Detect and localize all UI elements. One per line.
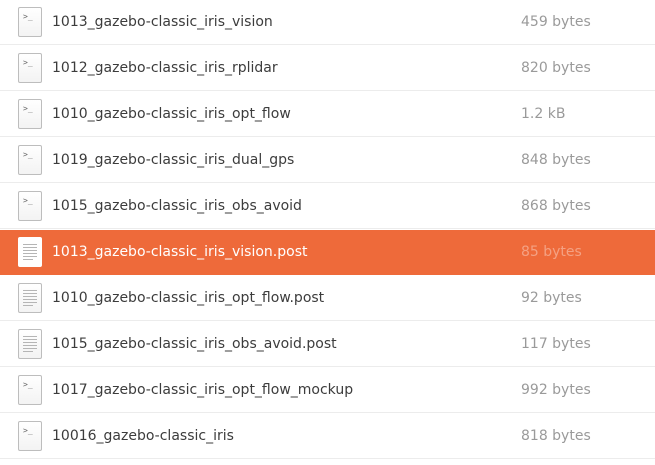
file-name: 1019_gazebo-classic_iris_dual_gps [52,152,295,168]
svg-text:>_: >_ [23,104,33,113]
file-size: 85 bytes [521,244,582,260]
script-icon: >_ [18,99,42,129]
file-row[interactable]: >_ 1017_gazebo-classic_iris_opt_flow_moc… [0,368,655,413]
script-icon: >_ [18,191,42,221]
file-name: 1015_gazebo-classic_iris_obs_avoid [52,198,302,214]
text-file-icon [18,283,42,313]
file-row[interactable]: >_ 1012_gazebo-classic_iris_rplidar 820 … [0,46,655,91]
file-size: 1.2 kB [521,106,566,122]
file-size: 992 bytes [521,382,591,398]
file-size: 818 bytes [521,428,591,444]
svg-text:>_: >_ [23,426,33,435]
text-file-icon [18,329,42,359]
svg-text:>_: >_ [23,12,33,21]
svg-text:>_: >_ [23,380,33,389]
script-icon: >_ [18,7,42,37]
svg-text:>_: >_ [23,196,33,205]
file-size: 820 bytes [521,60,591,76]
svg-text:>_: >_ [23,58,33,67]
file-name: 1015_gazebo-classic_iris_obs_avoid.post [52,336,337,352]
file-name: 1017_gazebo-classic_iris_opt_flow_mockup [52,382,354,398]
file-name: 1010_gazebo-classic_iris_opt_flow.post [52,290,325,306]
file-row[interactable]: >_ 1019_gazebo-classic_iris_dual_gps 848… [0,138,655,183]
file-row[interactable]: >_ 1010_gazebo-classic_iris_opt_flow 1.2… [0,92,655,137]
script-icon: >_ [18,145,42,175]
file-row[interactable]: 1010_gazebo-classic_iris_opt_flow.post 9… [0,276,655,321]
file-name: 1010_gazebo-classic_iris_opt_flow [52,106,291,122]
file-row[interactable]: >_ 1015_gazebo-classic_iris_obs_avoid 86… [0,184,655,229]
file-row[interactable]: >_ 10016_gazebo-classic_iris 818 bytes [0,414,655,459]
file-name: 1013_gazebo-classic_iris_vision [52,14,273,30]
file-size: 868 bytes [521,198,591,214]
file-list: >_ 1013_gazebo-classic_iris_vision 459 b… [0,0,655,465]
script-icon: >_ [18,53,42,83]
file-row[interactable]: >_ 1013_gazebo-classic_iris_vision 459 b… [0,0,655,45]
file-size: 459 bytes [521,14,591,30]
text-file-icon [18,237,42,267]
script-icon: >_ [18,375,42,405]
file-name: 1013_gazebo-classic_iris_vision.post [52,244,308,260]
file-row-selected[interactable]: 1013_gazebo-classic_iris_vision.post 85 … [0,230,655,275]
file-size: 117 bytes [521,336,591,352]
file-name: 10016_gazebo-classic_iris [52,428,234,444]
file-row[interactable]: 1015_gazebo-classic_iris_obs_avoid.post … [0,322,655,367]
file-size: 92 bytes [521,290,582,306]
svg-text:>_: >_ [23,150,33,159]
file-name: 1012_gazebo-classic_iris_rplidar [52,60,278,76]
script-icon: >_ [18,421,42,451]
file-size: 848 bytes [521,152,591,168]
